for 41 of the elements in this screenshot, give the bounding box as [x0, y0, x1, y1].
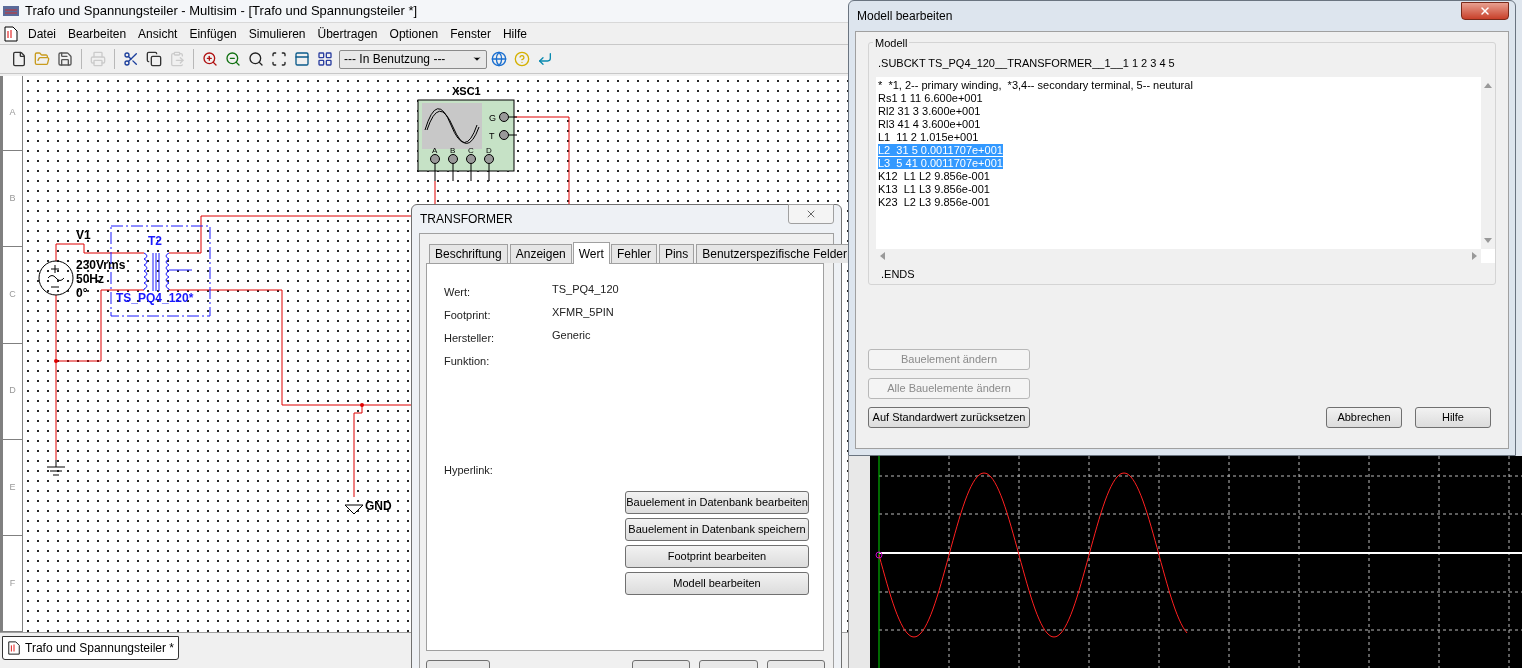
pin-label: T — [489, 131, 495, 141]
dialog-title: TRANSFORMER — [419, 211, 513, 228]
source-frequency: 50Hz — [76, 272, 104, 286]
source-voltage: 230Vrms — [76, 258, 126, 272]
source-name: V1 — [76, 228, 91, 242]
code-line: Rs1 1 11 6.600e+001 — [878, 92, 983, 104]
subckt-header: .SUBCKT TS_PQ4_120__TRANSFORMER__1__1 1 2 3 4 5 — [877, 56, 1176, 71]
code-line: * *1, 2-- primary winding, *3,4-- secondary terminal, 5-- neutural — [878, 79, 1193, 91]
scope-name: XSC1 — [452, 85, 481, 97]
code-line: K12 L1 L2 9.856e-001 — [878, 170, 990, 182]
field-label: Hyperlink: — [444, 463, 494, 478]
field-label: Funktion: — [444, 354, 491, 369]
pin-label: G — [489, 113, 496, 123]
code-line: L1 11 2 1.015e+001 — [878, 131, 979, 143]
code-line: Rl3 41 4 3.600e+001 — [878, 118, 981, 130]
field-label: Hersteller: — [444, 331, 496, 346]
pin-label: D — [486, 146, 492, 155]
dialog-title: Modell bearbeiten — [856, 8, 953, 25]
ruler-label: A — [9, 106, 16, 120]
field-value: TS_PQ4_120 — [552, 282, 619, 297]
pin-label: B — [450, 146, 456, 155]
code-line: Rl2 31 3 3.600e+001 — [878, 105, 981, 117]
transformer-name: T2 — [148, 234, 162, 248]
pin-label: A — [432, 146, 438, 155]
source-phase: 0° — [76, 286, 88, 300]
pin-label: C — [468, 146, 474, 155]
transformer-model: TS_PQ4_120* — [116, 291, 194, 305]
ruler-label: F — [9, 576, 16, 590]
field-value: Generic — [552, 328, 591, 343]
ground-label: GND — [365, 499, 392, 513]
ruler-label: C — [9, 288, 16, 302]
field-label: Footprint: — [444, 308, 492, 323]
ruler-label: D — [9, 384, 16, 398]
ends-line: .ENDS — [880, 267, 916, 282]
field-label: Wert: — [444, 285, 472, 300]
code-line: K23 L2 L3 9.856e-001 — [878, 196, 990, 208]
field-value: XFMR_5PIN — [552, 305, 614, 320]
ruler-label: E — [9, 480, 16, 494]
ruler-label: B — [9, 192, 16, 206]
window-title: Trafo und Spannungsteiler - Multisim - [Trafo und Spannungsteiler *] — [25, 2, 418, 21]
code-line: K13 L1 L3 9.856e-001 — [878, 183, 990, 195]
